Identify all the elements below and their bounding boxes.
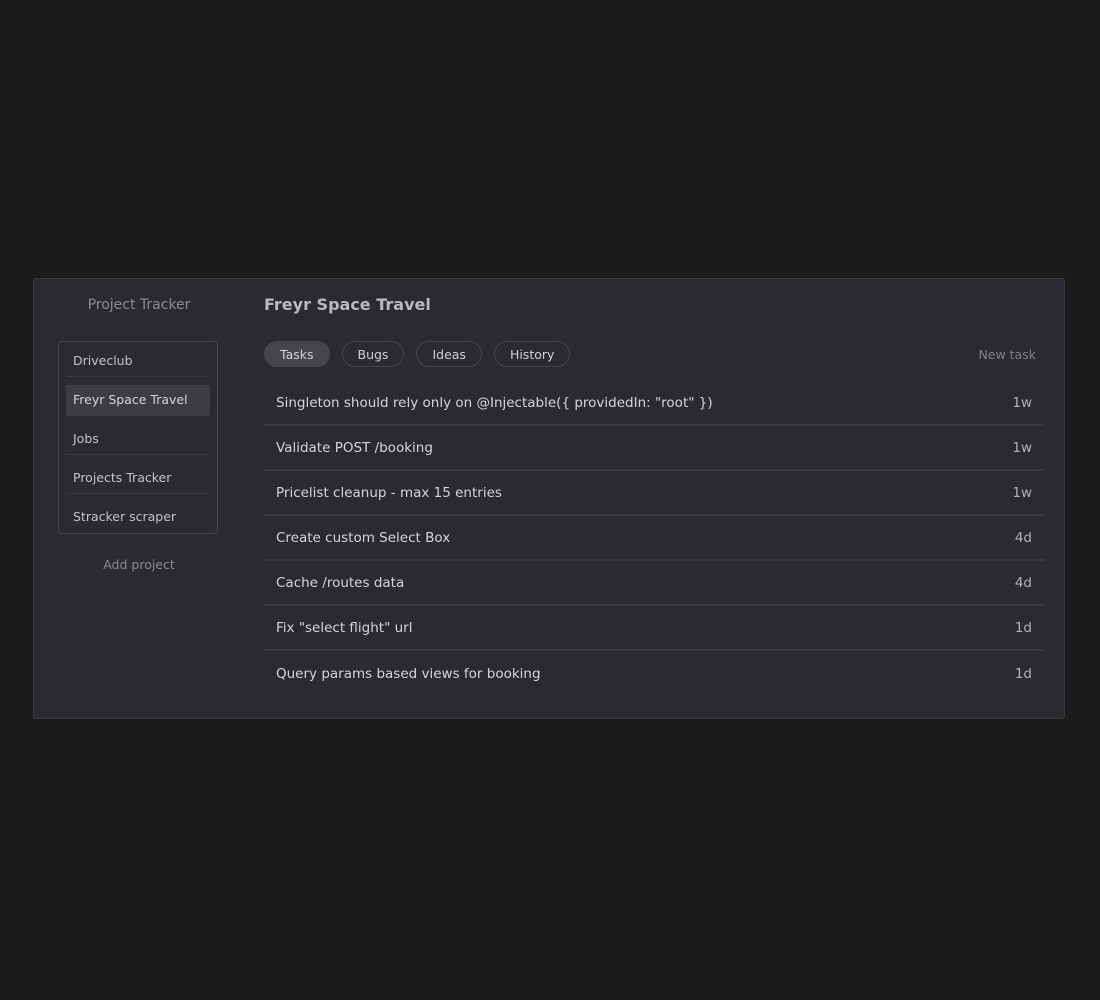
page-title: Freyr Space Travel bbox=[264, 295, 431, 314]
task-age: 1w bbox=[1012, 439, 1032, 456]
task-age: 1d bbox=[1014, 619, 1032, 636]
task-age: 1w bbox=[1012, 484, 1032, 501]
sidebar-item-projects-tracker[interactable]: Projects Tracker bbox=[66, 463, 210, 494]
task-title: Query params based views for booking bbox=[276, 665, 541, 682]
task-row[interactable]: Pricelist cleanup - max 15 entries 1w bbox=[264, 471, 1044, 516]
task-row[interactable]: Create custom Select Box 4d bbox=[264, 516, 1044, 561]
task-age: 1w bbox=[1012, 394, 1032, 411]
task-row[interactable]: Cache /routes data 4d bbox=[264, 561, 1044, 606]
new-task-button[interactable]: New task bbox=[978, 347, 1036, 362]
sidebar: Project Tracker Driveclub Freyr Space Tr… bbox=[34, 279, 244, 718]
app-brand: Project Tracker bbox=[87, 297, 191, 313]
task-title: Create custom Select Box bbox=[276, 529, 451, 546]
sidebar-item-stracker-scraper[interactable]: Stracker scraper bbox=[66, 502, 210, 532]
task-row[interactable]: Validate POST /booking 1w bbox=[264, 426, 1044, 471]
project-list: Driveclub Freyr Space Travel Jobs Projec… bbox=[58, 341, 218, 534]
main-content: Freyr Space Travel Tasks Bugs Ideas Hist… bbox=[264, 279, 1044, 718]
tab-bugs[interactable]: Bugs bbox=[341, 341, 405, 367]
tab-ideas[interactable]: Ideas bbox=[416, 341, 482, 367]
add-project-button[interactable]: Add project bbox=[34, 557, 244, 572]
task-row[interactable]: Query params based views for booking 1d bbox=[264, 651, 1044, 696]
task-title: Singleton should rely only on @Injectabl… bbox=[276, 394, 713, 411]
task-row[interactable]: Singleton should rely only on @Injectabl… bbox=[264, 381, 1044, 426]
tab-history[interactable]: History bbox=[493, 341, 571, 367]
task-title: Cache /routes data bbox=[276, 574, 405, 591]
task-age: 1d bbox=[1014, 665, 1032, 682]
task-row[interactable]: Fix "select flight" url 1d bbox=[264, 606, 1044, 651]
tab-bar: Tasks Bugs Ideas History bbox=[264, 341, 571, 367]
sidebar-item-freyr-space-travel[interactable]: Freyr Space Travel bbox=[66, 385, 210, 416]
task-title: Validate POST /booking bbox=[276, 439, 433, 456]
app-window: Project Tracker Driveclub Freyr Space Tr… bbox=[33, 278, 1065, 719]
task-title: Pricelist cleanup - max 15 entries bbox=[276, 484, 502, 501]
sidebar-item-jobs[interactable]: Jobs bbox=[66, 424, 210, 455]
task-list: Singleton should rely only on @Injectabl… bbox=[264, 381, 1044, 696]
task-age: 4d bbox=[1014, 529, 1032, 546]
task-age: 4d bbox=[1014, 574, 1032, 591]
sidebar-item-driveclub[interactable]: Driveclub bbox=[66, 346, 210, 377]
task-title: Fix "select flight" url bbox=[276, 619, 413, 636]
tab-tasks[interactable]: Tasks bbox=[264, 341, 330, 367]
